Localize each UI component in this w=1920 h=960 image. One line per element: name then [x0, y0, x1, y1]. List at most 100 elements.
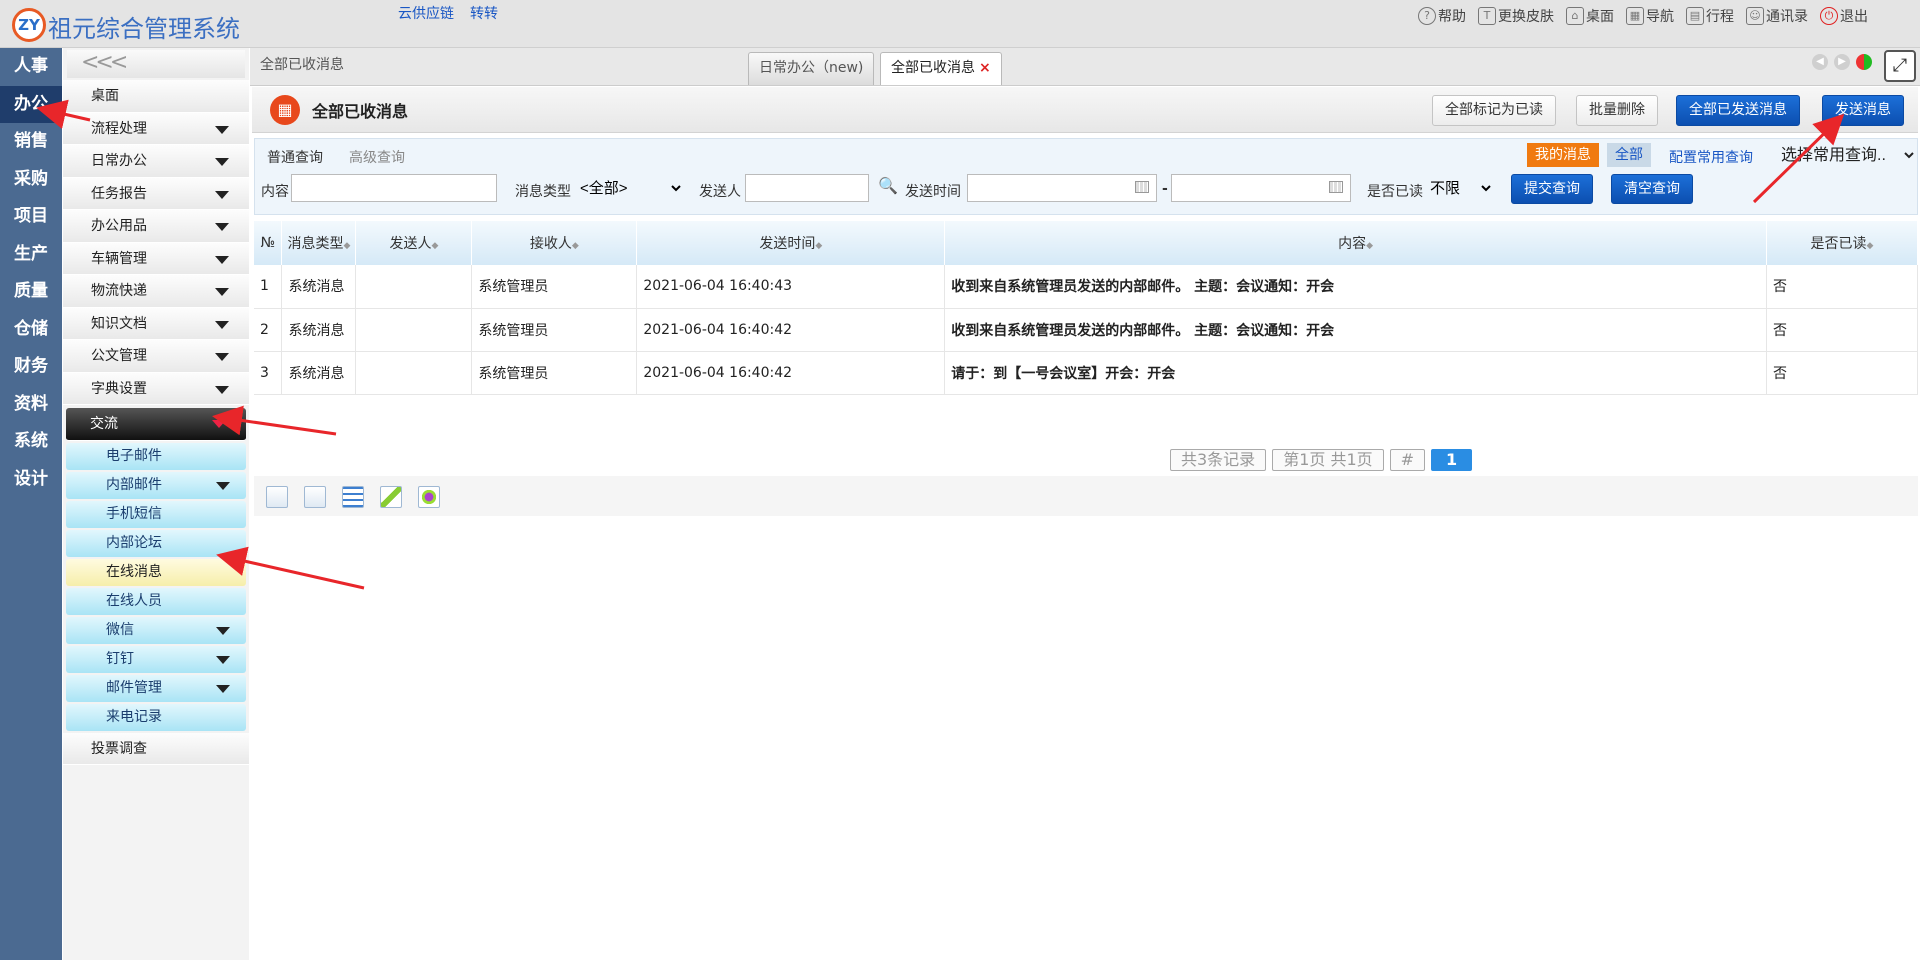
- module-project[interactable]: 项目: [0, 198, 62, 236]
- submenu-item-email[interactable]: 电子邮件: [66, 442, 246, 470]
- submenu-item-desktop[interactable]: 桌面: [63, 80, 249, 113]
- table-row[interactable]: 1 系统消息 系统管理员 2021-06-04 16:40:43 收到来自系统管…: [254, 265, 1919, 309]
- table-row[interactable]: 2 系统消息 系统管理员 2021-06-04 16:40:42 收到来自系统管…: [254, 308, 1919, 352]
- module-production[interactable]: 生产: [0, 236, 62, 274]
- submenu-item-workflow[interactable]: 流程处理: [63, 112, 249, 145]
- submenu-item-mail-admin[interactable]: 邮件管理: [66, 674, 246, 702]
- submenu-item-sms[interactable]: 手机短信: [66, 500, 246, 528]
- module-warehouse[interactable]: 仓储: [0, 311, 62, 349]
- link-zhuanzhuan[interactable]: 转转: [470, 3, 498, 23]
- saved-query-select[interactable]: 选择常用查询..: [1777, 142, 1917, 168]
- submenu-item-dingtalk[interactable]: 钉钉: [66, 645, 246, 673]
- submenu-item-wechat[interactable]: 微信: [66, 616, 246, 644]
- submenu-item-label: 手机短信: [106, 505, 162, 522]
- submenu-item-knowledge[interactable]: 知识文档: [63, 307, 249, 340]
- cell-content[interactable]: 收到来自系统管理员发送的内部邮件。 主题：会议通知：开会: [944, 308, 1767, 352]
- tab-menu-icon[interactable]: [1856, 54, 1872, 70]
- submenu-group-communication[interactable]: 交流: [66, 408, 246, 441]
- submenu-item-label: 知识文档: [91, 315, 147, 332]
- link-cloud-supply[interactable]: 云供应链: [398, 3, 454, 23]
- cell-content[interactable]: 收到来自系统管理员发送的内部邮件。 主题：会议通知：开会: [944, 265, 1767, 309]
- tab-prev-icon[interactable]: ◀: [1812, 54, 1828, 70]
- tab-advanced-query[interactable]: 高级查询: [349, 147, 405, 167]
- pager-goto[interactable]: #: [1389, 449, 1426, 471]
- module-office[interactable]: 办公: [0, 85, 62, 123]
- read-select[interactable]: 不限: [1425, 174, 1495, 202]
- submenu-item-daily-office[interactable]: 日常办公: [63, 145, 249, 178]
- module-system[interactable]: 系统: [0, 423, 62, 461]
- select-all-icon[interactable]: [266, 486, 288, 508]
- collapse-menu-button[interactable]: <<<: [67, 50, 245, 78]
- col-label: 发送时间: [759, 236, 816, 252]
- table-row[interactable]: 3 系统消息 系统管理员 2021-06-04 16:40:42 请于：到【一号…: [254, 351, 1919, 395]
- submenu-item-label: 流程处理: [91, 120, 147, 137]
- navigation-link[interactable]: ▦ 导航: [1626, 6, 1674, 26]
- cell-content[interactable]: 请于：到【一号会议室】开会：开会: [944, 351, 1767, 395]
- send-message-button[interactable]: 发送消息: [1822, 95, 1904, 126]
- my-messages-toggle[interactable]: 我的消息: [1527, 143, 1599, 167]
- submenu-item-logistics[interactable]: 物流快递: [63, 275, 249, 308]
- submit-query-button[interactable]: 提交查询: [1511, 174, 1593, 204]
- submenu-item-vote[interactable]: 投票调查: [63, 732, 249, 765]
- submenu-item-vehicles[interactable]: 车辆管理: [63, 242, 249, 275]
- sender-input[interactable]: [745, 174, 869, 202]
- table-icon[interactable]: [342, 486, 364, 508]
- content-input[interactable]: [291, 174, 497, 202]
- desktop-label: 桌面: [1586, 9, 1614, 25]
- help-link[interactable]: ? 帮助: [1418, 6, 1466, 26]
- module-quality[interactable]: 质量: [0, 273, 62, 311]
- calendar-icon[interactable]: [1329, 181, 1343, 193]
- submenu-item-dictionary[interactable]: 字典设置: [63, 372, 249, 405]
- tab-daily-office[interactable]: 日常办公（new): [748, 52, 875, 85]
- close-icon[interactable]: ×: [979, 60, 991, 76]
- batch-delete-button[interactable]: 批量删除: [1576, 95, 1658, 126]
- blank-page-icon[interactable]: [304, 486, 326, 508]
- module-finance[interactable]: 财务: [0, 348, 62, 386]
- col-read[interactable]: 是否已读◆: [1766, 221, 1919, 265]
- change-skin-link[interactable]: T 更换皮肤: [1478, 6, 1554, 26]
- submenu-item-task-report[interactable]: 任务报告: [63, 177, 249, 210]
- clear-query-button[interactable]: 清空查询: [1611, 174, 1693, 204]
- submenu-item-online-messages[interactable]: 在线消息: [66, 558, 246, 586]
- time-to-input[interactable]: [1171, 174, 1351, 202]
- sender-label: 发送人: [699, 184, 741, 200]
- read-label: 是否已读: [1367, 184, 1423, 200]
- submenu-item-office-supplies[interactable]: 办公用品: [63, 210, 249, 243]
- submenu-item-documents[interactable]: 公文管理: [63, 340, 249, 373]
- type-select[interactable]: <全部>: [575, 174, 685, 202]
- tab-normal-query[interactable]: 普通查询: [267, 147, 323, 167]
- mark-all-read-button[interactable]: 全部标记为已读: [1432, 95, 1556, 126]
- module-sales[interactable]: 销售: [0, 123, 62, 161]
- col-content[interactable]: 内容◆: [944, 221, 1767, 265]
- submenu-item-internal-mail[interactable]: 内部邮件: [66, 471, 246, 499]
- cell-type: 系统消息: [281, 351, 357, 395]
- pager-current-page[interactable]: 1: [1431, 449, 1473, 471]
- config-query-link[interactable]: 配置常用查询: [1669, 147, 1753, 167]
- edit-icon[interactable]: [380, 486, 402, 508]
- calendar-icon[interactable]: [1135, 181, 1149, 193]
- submenu-item-forum[interactable]: 内部论坛: [66, 529, 246, 557]
- calendar-icon: ▤: [1686, 7, 1704, 25]
- module-hr[interactable]: 人事: [0, 48, 62, 86]
- submenu-item-call-log[interactable]: 来电记录: [66, 703, 246, 731]
- all-sent-button[interactable]: 全部已发送消息: [1676, 95, 1800, 126]
- search-icon[interactable]: 🔍: [878, 176, 898, 195]
- module-purchase[interactable]: 采购: [0, 161, 62, 199]
- tab-next-icon[interactable]: ▶: [1834, 54, 1850, 70]
- col-sender[interactable]: 发送人◆: [355, 221, 473, 265]
- time-from-input[interactable]: [967, 174, 1157, 202]
- col-time[interactable]: 发送时间◆: [636, 221, 946, 265]
- logout-link[interactable]: ⏻ 退出: [1820, 6, 1868, 26]
- settings-icon[interactable]: [418, 486, 440, 508]
- tab-all-received[interactable]: 全部已收消息 ×: [880, 52, 1002, 85]
- desktop-link[interactable]: ⌂ 桌面: [1566, 6, 1614, 26]
- col-type[interactable]: 消息类型◆: [281, 221, 357, 265]
- schedule-link[interactable]: ▤ 行程: [1686, 6, 1734, 26]
- all-messages-toggle[interactable]: 全部: [1607, 143, 1651, 167]
- col-receiver[interactable]: 接收人◆: [471, 221, 638, 265]
- expand-icon[interactable]: ⤢: [1884, 50, 1916, 82]
- module-design[interactable]: 设计: [0, 461, 62, 499]
- contacts-link[interactable]: ☺ 通讯录: [1746, 6, 1808, 26]
- module-materials[interactable]: 资料: [0, 386, 62, 424]
- submenu-item-online-users[interactable]: 在线人员: [66, 587, 246, 615]
